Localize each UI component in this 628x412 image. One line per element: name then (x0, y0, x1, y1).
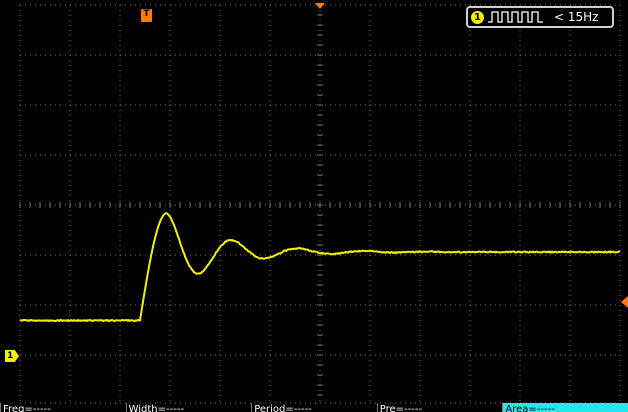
trigger-condition-text: < 15Hz (554, 9, 598, 26)
measurement-item[interactable]: Period=----- (251, 403, 377, 412)
measurement-item[interactable]: Freq=----- (0, 403, 126, 412)
trigger-position-marker[interactable]: T (141, 9, 152, 22)
waveform-display (0, 0, 628, 412)
measurement-item[interactable]: Pre=----- (377, 403, 503, 412)
trigger-status-badge[interactable]: 1 < 15Hz (466, 6, 614, 28)
measurement-item[interactable]: Area=----- (502, 403, 628, 412)
trigger-level-marker-icon (621, 296, 628, 308)
horizontal-center-marker-icon (315, 3, 325, 9)
graticule-grid (20, 5, 620, 403)
measurement-bar: Freq=----- Width=----- Period=----- Pre=---… (0, 403, 628, 412)
oscilloscope-screen: T 1 1 < 15Hz Freq=----- Width=----- Period… (0, 0, 628, 412)
trigger-channel-indicator: 1 (471, 11, 484, 24)
pulse-train-icon (488, 11, 548, 23)
measurement-item[interactable]: Width=----- (126, 403, 252, 412)
